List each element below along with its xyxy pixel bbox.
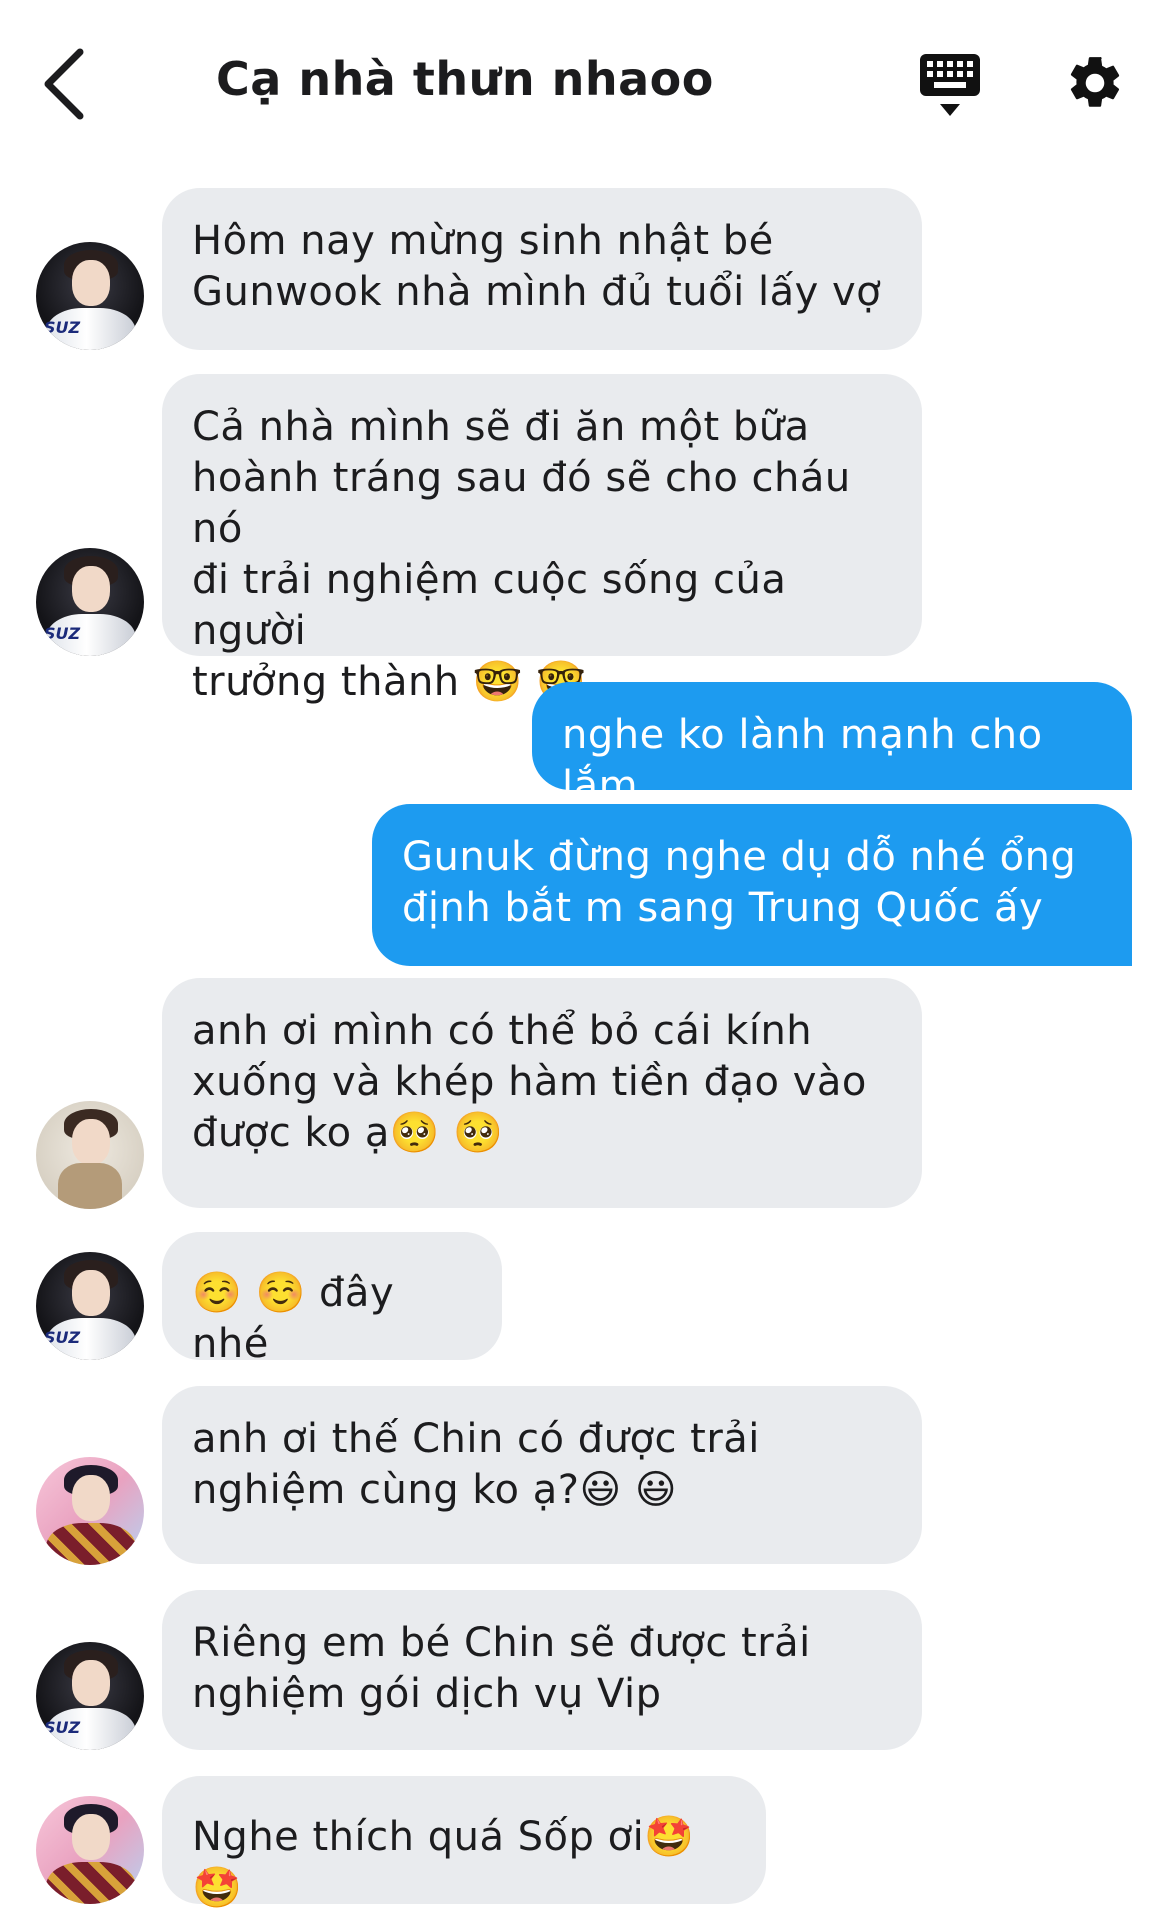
avatar[interactable] (36, 1457, 144, 1565)
avatar[interactable]: SUZ (36, 1642, 144, 1750)
message-bubble-outgoing[interactable]: nghe ko lành mạnh cho lắm (532, 682, 1132, 809)
avatar[interactable]: SUZ (36, 1252, 144, 1360)
keyboard-button[interactable] (918, 52, 982, 122)
gear-icon (1070, 57, 1120, 107)
avatar[interactable]: SUZ (36, 242, 144, 350)
message-bubble-incoming[interactable]: anh ơi mình có thể bỏ cái kính xuống và … (162, 978, 922, 1208)
back-button[interactable] (40, 44, 100, 124)
message-bubble-incoming[interactable]: Hôm nay mừng sinh nhật bé Gunwook nhà mì… (162, 188, 922, 350)
avatar[interactable]: SUZ (36, 548, 144, 656)
chat-title[interactable]: Cạ nhà thưn nhaoo (216, 52, 714, 106)
message-bubble-outgoing[interactable]: Gunuk đừng nghe dụ dỗ nhé ổng định bắt m… (372, 804, 1132, 966)
keyboard-icon (920, 54, 980, 116)
settings-button[interactable] (1064, 50, 1126, 116)
avatar[interactable] (36, 1101, 144, 1209)
message-bubble-incoming[interactable]: Nghe thích quá Sốp ơi🤩 🤩 (162, 1776, 766, 1911)
message-bubble-incoming[interactable]: Riêng em bé Chin sẽ được trải nghiệm gói… (162, 1590, 922, 1750)
message-bubble-incoming[interactable]: Cả nhà mình sẽ đi ăn một bữa hoành tráng… (162, 374, 922, 705)
avatar[interactable] (36, 1796, 144, 1904)
message-bubble-incoming[interactable]: anh ơi thế Chin có được trải nghiệm cùng… (162, 1386, 922, 1564)
chevron-left-icon (44, 48, 84, 120)
chat-header: Cạ nhà thưn nhaoo (0, 0, 1170, 170)
message-bubble-incoming[interactable]: ☺️ ☺️ đây nhé (162, 1232, 502, 1367)
